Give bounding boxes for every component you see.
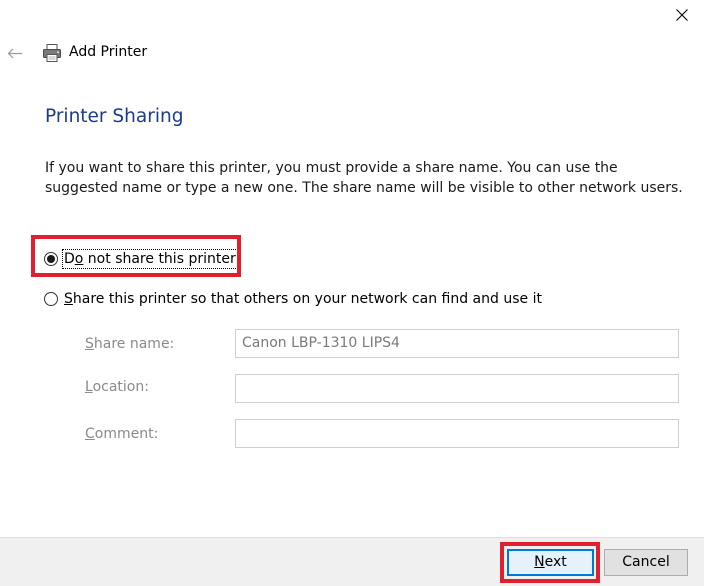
do-not-share-label[interactable]: Do not share this printer xyxy=(62,249,238,269)
back-button[interactable] xyxy=(4,42,26,64)
close-button[interactable] xyxy=(662,0,702,30)
cancel-button[interactable]: Cancel xyxy=(604,549,688,576)
share-printer-radio[interactable] xyxy=(44,292,58,306)
next-button[interactable]: Next xyxy=(507,549,594,576)
page-title: Printer Sharing xyxy=(45,106,184,127)
location-label: Location: xyxy=(85,379,149,395)
share-name-input[interactable]: Canon LBP-1310 LIPS4 xyxy=(235,329,679,358)
do-not-share-radio[interactable] xyxy=(44,252,58,266)
printer-icon xyxy=(43,44,61,62)
footer-bar xyxy=(0,537,704,586)
back-arrow-icon xyxy=(7,48,22,59)
window-title: Add Printer xyxy=(69,44,148,60)
share-name-label: Share name: xyxy=(85,336,175,352)
close-icon xyxy=(676,9,688,21)
share-printer-label[interactable]: Share this printer so that others on you… xyxy=(64,291,542,307)
do-not-share-option[interactable]: Do not share this printer xyxy=(44,248,238,270)
share-printer-option[interactable]: Share this printer so that others on you… xyxy=(44,288,542,310)
comment-label: Comment: xyxy=(85,426,159,442)
comment-input[interactable] xyxy=(235,419,679,448)
intro-text: If you want to share this printer, you m… xyxy=(45,160,683,196)
location-input[interactable] xyxy=(235,374,679,403)
add-printer-window: Add Printer Printer Sharing If you want … xyxy=(0,0,704,586)
